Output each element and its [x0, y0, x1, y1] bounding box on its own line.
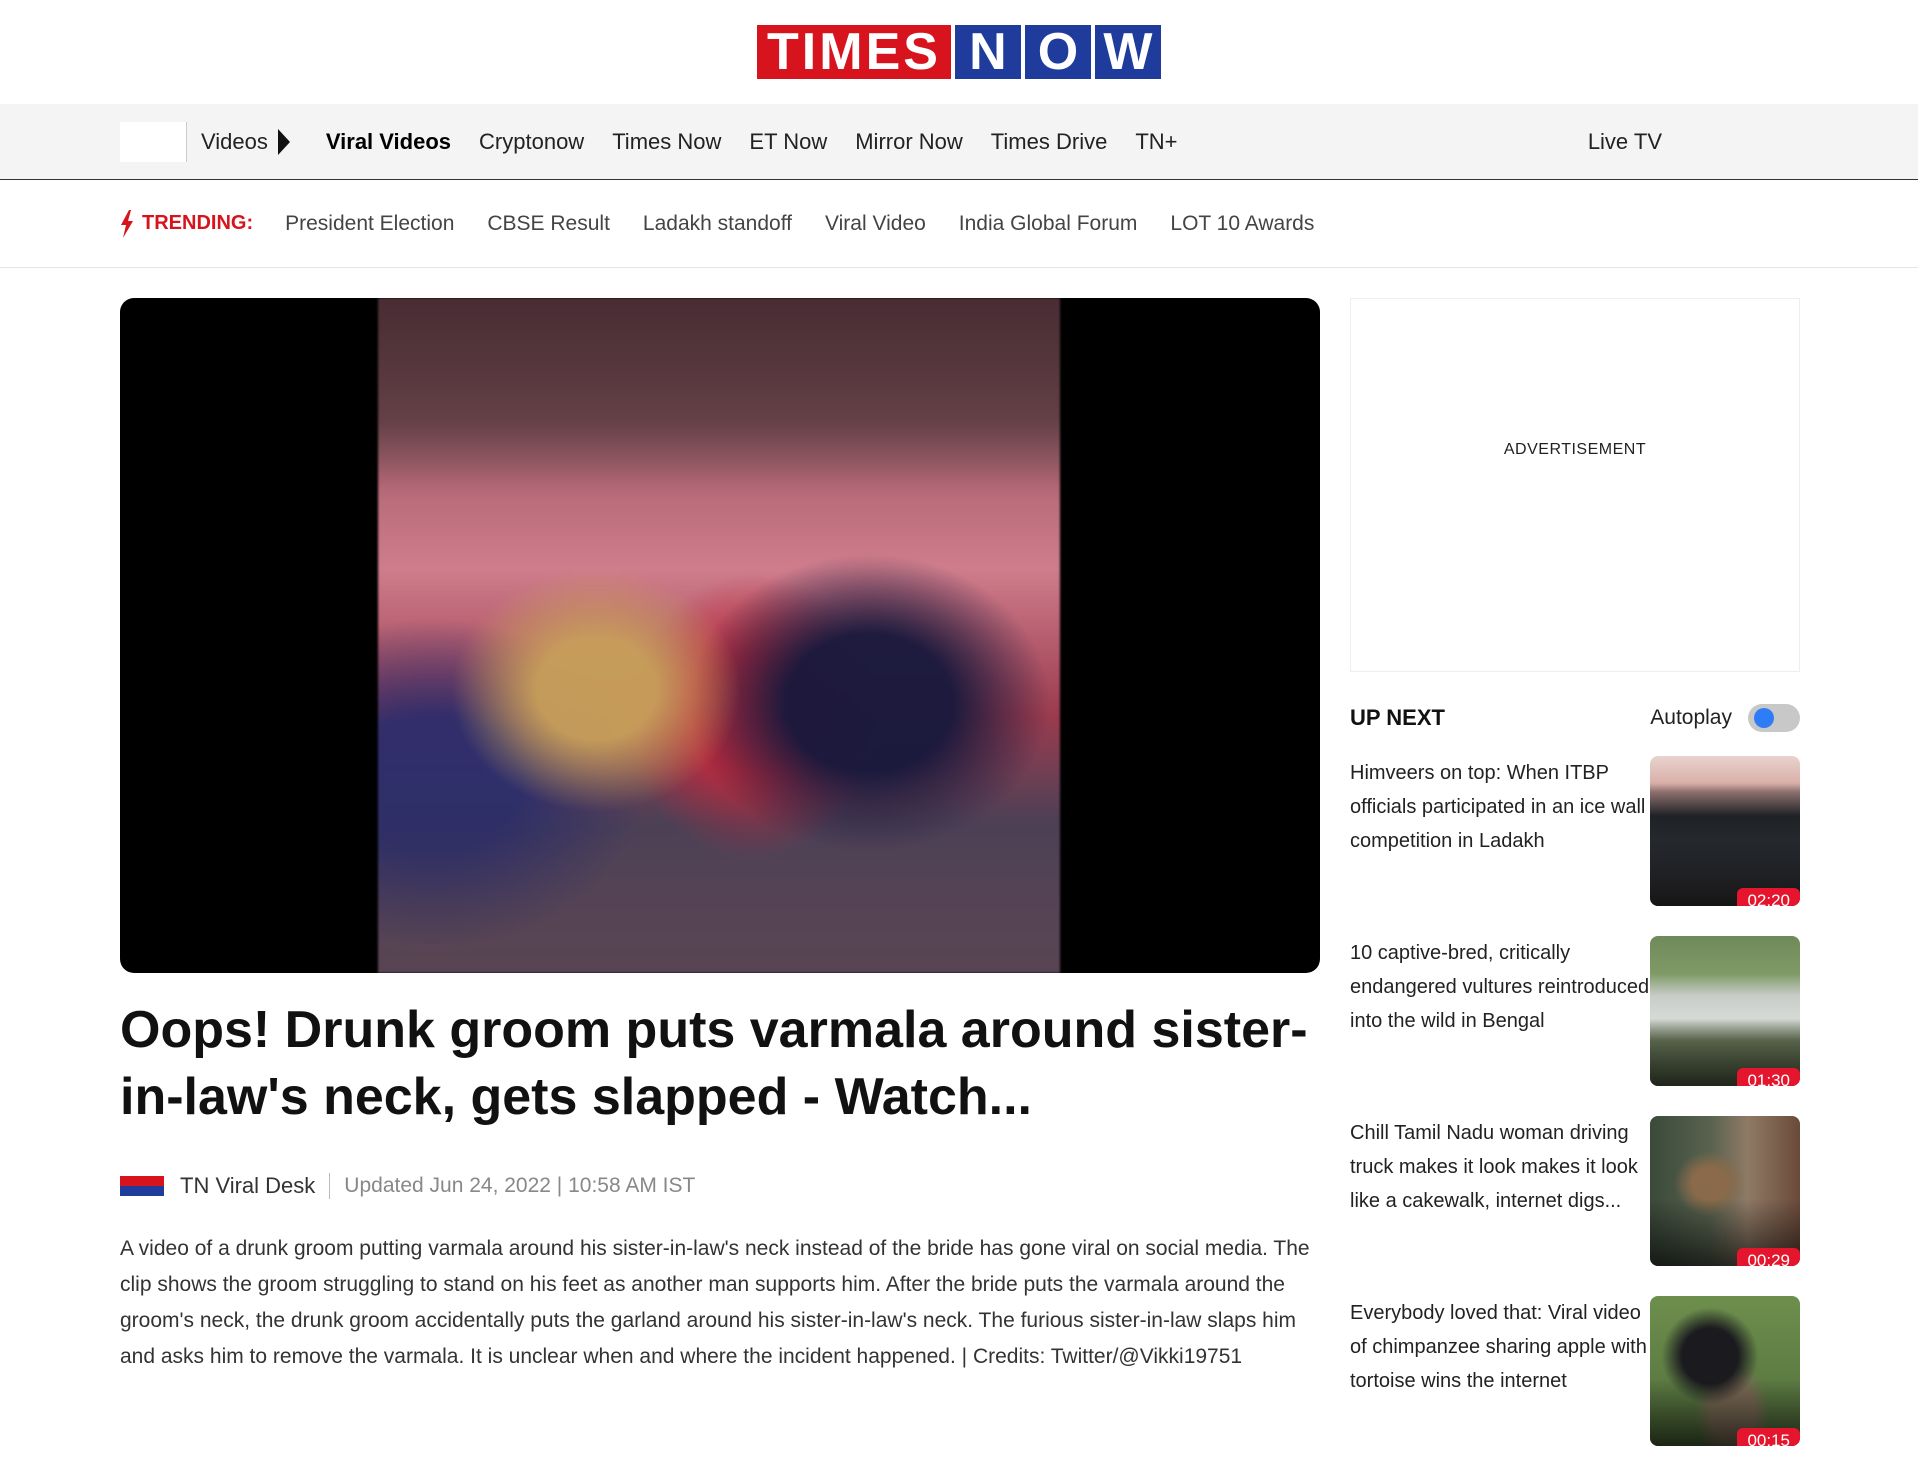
up-next-item[interactable]: Himveers on top: When ITBP officials par… [1350, 756, 1800, 906]
article-headline: Oops! Drunk groom puts varmala around si… [120, 1001, 1308, 1126]
logo-now-letter: O [1024, 25, 1091, 79]
nav-item-cryptonow[interactable]: Cryptonow [479, 129, 584, 155]
article-author[interactable]: TN Viral Desk [180, 1173, 331, 1199]
logo-times-text: TIMES [757, 25, 951, 79]
sidebar: ADVERTISEMENT UP NEXT Autoplay Himveers … [1350, 298, 1800, 1446]
trending-bar: TRENDING: President Election CBSE Result… [0, 180, 1918, 268]
autoplay-control: Autoplay [1650, 704, 1800, 732]
nav-section-videos[interactable]: Videos [186, 122, 290, 162]
up-next-title: UP NEXT [1350, 705, 1445, 730]
up-next-item[interactable]: Everybody loved that: Viral video of chi… [1350, 1296, 1800, 1446]
up-next-item-title[interactable]: Himveers on top: When ITBP officials par… [1350, 756, 1650, 906]
nav-item-tn-plus[interactable]: TN+ [1135, 129, 1177, 155]
nav-item-et-now[interactable]: ET Now [749, 129, 827, 155]
video-duration-badge: 02:20 [1737, 888, 1800, 906]
nav-item-times-drive[interactable]: Times Drive [991, 129, 1108, 155]
trending-item[interactable]: India Global Forum [959, 212, 1138, 236]
caret-right-icon [277, 129, 290, 155]
up-next-thumbnail[interactable]: 02:20 [1650, 756, 1800, 906]
site-header: TIMES N O W [0, 0, 1918, 104]
toggle-knob [1754, 708, 1774, 728]
article-main: Oops! Drunk groom puts varmala around si… [120, 298, 1320, 1375]
up-next-list: Himveers on top: When ITBP officials par… [1350, 756, 1800, 1446]
article-updated-date: Updated Jun 24, 2022 | 10:58 AM IST [344, 1174, 696, 1197]
nav-item-times-now[interactable]: Times Now [612, 129, 721, 155]
up-next-thumbnail[interactable]: 00:29 [1650, 1116, 1800, 1266]
video-player[interactable] [120, 298, 1320, 973]
trending-item[interactable]: Ladakh standoff [643, 212, 792, 236]
author-logo-top [120, 1176, 164, 1186]
up-next-item[interactable]: Chill Tamil Nadu woman driving truck mak… [1350, 1116, 1800, 1266]
trending-item[interactable]: LOT 10 Awards [1170, 212, 1314, 236]
author-logo-bottom [120, 1186, 164, 1196]
up-next-header: UP NEXT Autoplay [1350, 700, 1800, 736]
primary-nav-inner: Videos Viral Videos Cryptonow Times Now … [120, 104, 1798, 180]
logo-now-letters: N O W [954, 25, 1161, 79]
trending-item[interactable]: Viral Video [825, 212, 926, 236]
nav-item-mirror-now[interactable]: Mirror Now [855, 129, 963, 155]
times-now-logo[interactable]: TIMES N O W [757, 25, 1161, 79]
up-next-item-title[interactable]: Chill Tamil Nadu woman driving truck mak… [1350, 1116, 1650, 1266]
advertisement-box[interactable]: ADVERTISEMENT [1350, 298, 1800, 672]
video-duration-badge: 00:29 [1737, 1248, 1800, 1266]
up-next-thumbnail[interactable]: 01:30 [1650, 936, 1800, 1086]
nav-section-label: Videos [201, 129, 268, 154]
up-next-item-title[interactable]: Everybody loved that: Viral video of chi… [1350, 1296, 1650, 1446]
up-next-thumbnail[interactable]: 00:15 [1650, 1296, 1800, 1446]
nav-item-viral-videos[interactable]: Viral Videos [326, 129, 451, 155]
nav-menu-placeholder[interactable] [120, 122, 186, 162]
nav-items: Viral Videos Cryptonow Times Now ET Now … [326, 129, 1178, 155]
autoplay-label: Autoplay [1650, 706, 1732, 729]
logo-now-letter: N [954, 25, 1021, 79]
primary-nav: Videos Viral Videos Cryptonow Times Now … [0, 104, 1918, 180]
advertisement-label: ADVERTISEMENT [1503, 441, 1647, 458]
trending-items: President Election CBSE Result Ladakh st… [285, 212, 1314, 236]
article-byline: TN Viral Desk Updated Jun 24, 2022 | 10:… [120, 1171, 1320, 1201]
nav-live-tv[interactable]: Live TV [1588, 104, 1662, 180]
trending-item[interactable]: CBSE Result [487, 212, 610, 236]
logo-now-letter: W [1094, 25, 1161, 79]
up-next-item[interactable]: 10 captive-bred, critically endangered v… [1350, 936, 1800, 1086]
trending-label: TRENDING: [142, 212, 254, 234]
video-duration-badge: 01:30 [1737, 1068, 1800, 1086]
video-duration-badge: 00:15 [1737, 1428, 1800, 1446]
article-body: A video of a drunk groom putting varmala… [120, 1237, 1310, 1368]
author-logo-icon [120, 1176, 164, 1196]
trending-item[interactable]: President Election [285, 212, 454, 236]
video-frame-shade [378, 298, 1060, 973]
bolt-icon [121, 209, 133, 238]
autoplay-toggle[interactable] [1748, 704, 1800, 732]
video-frame-image [378, 298, 1060, 973]
up-next-item-title[interactable]: 10 captive-bred, critically endangered v… [1350, 936, 1650, 1086]
